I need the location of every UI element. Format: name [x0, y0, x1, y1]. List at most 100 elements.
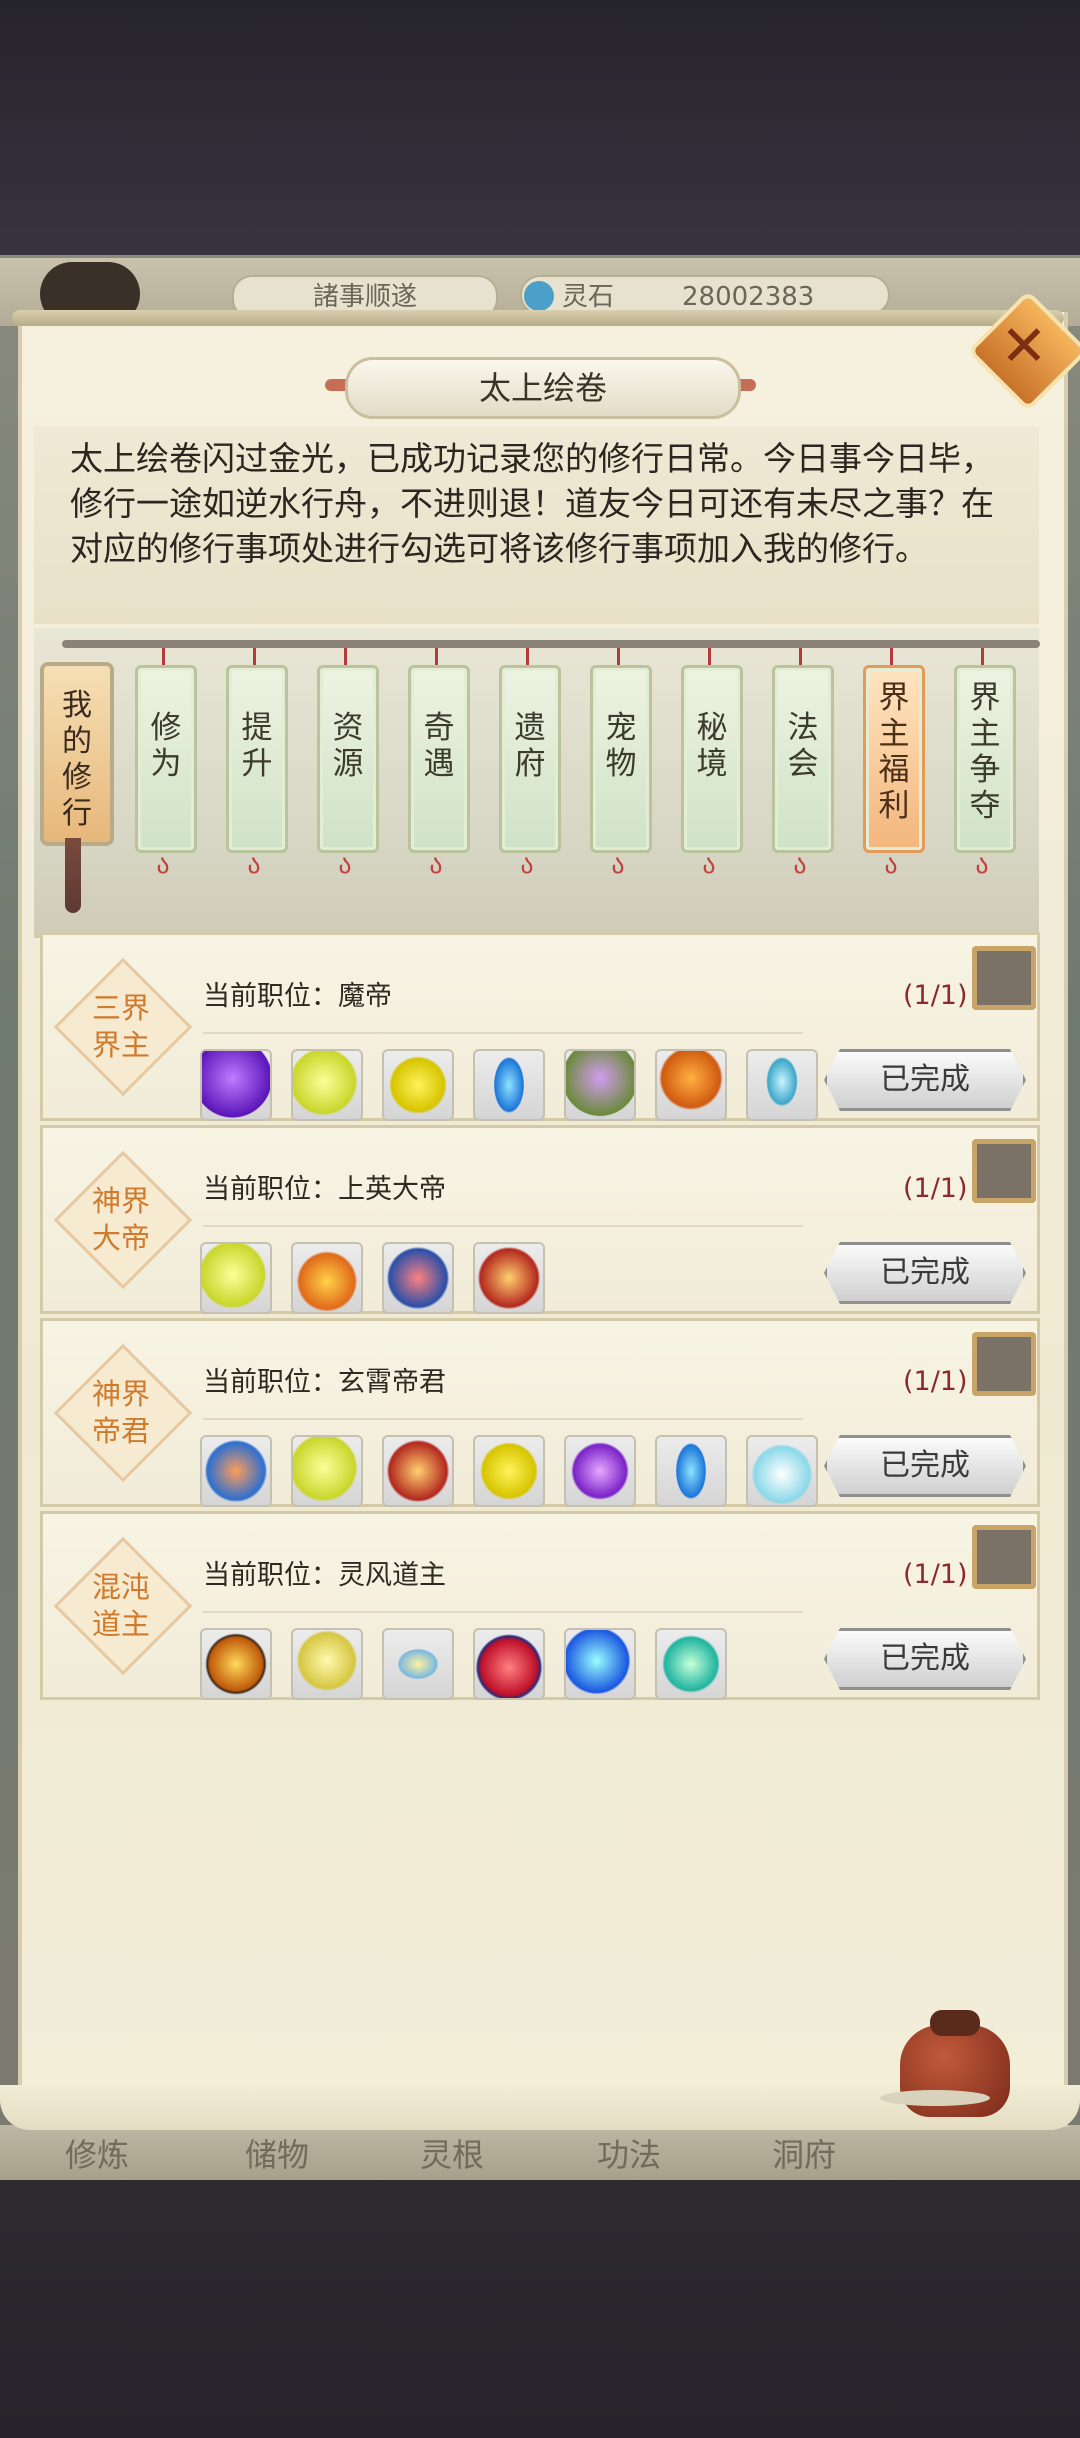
tab-5[interactable]: 遗府 — [499, 665, 561, 853]
completion-count: (1/1) — [903, 1559, 968, 1590]
reward-item-slot[interactable] — [291, 1242, 363, 1314]
reward-item-slot[interactable] — [746, 1435, 818, 1507]
bg-tab-cultivate: 修炼 — [65, 2136, 130, 2174]
reward-item-slot[interactable] — [746, 1049, 818, 1121]
divider — [203, 1611, 803, 1613]
current-position-label: 当前职位：魔帝 — [203, 981, 392, 1012]
tab-8[interactable]: 法会 — [772, 665, 834, 853]
current-position-label: 当前职位：玄霄帝君 — [203, 1367, 446, 1398]
knot-icon: ა — [793, 850, 807, 880]
add-to-my-cultivation-checkbox[interactable] — [972, 1332, 1036, 1396]
knot-icon: ა — [247, 850, 261, 880]
rank-badge-line: 帝君 — [91, 1414, 150, 1448]
tab-7[interactable]: 秘境 — [681, 665, 743, 853]
completed-button[interactable]: 已完成 — [824, 1628, 1026, 1690]
fire-bowl-icon — [202, 1630, 270, 1698]
yellow-gem-icon — [384, 1051, 452, 1119]
rank-badge: 混沌 道主 — [71, 1569, 171, 1643]
tab-label: 遗府 — [514, 710, 546, 782]
add-to-my-cultivation-checkbox[interactable] — [972, 1139, 1036, 1203]
divider — [203, 1225, 803, 1227]
bg-tab-technique: 功法 — [597, 2136, 662, 2174]
yellow-gem-icon — [475, 1437, 543, 1505]
reward-item-slot[interactable] — [200, 1242, 272, 1314]
status-text: 諸事顺遂 — [312, 282, 417, 312]
reward-item-slot[interactable] — [473, 1242, 545, 1314]
tab-9[interactable]: 界主福利 — [863, 665, 925, 853]
fire-pot-icon — [293, 1244, 361, 1312]
tab-4[interactable]: 奇遇 — [408, 665, 470, 853]
tab-my-cultivation[interactable]: 我的修行 — [40, 662, 114, 846]
reward-item-slot[interactable] — [655, 1049, 727, 1121]
completed-button[interactable]: 已完成 — [824, 1242, 1026, 1304]
blue-flame-icon — [748, 1051, 816, 1119]
tab-cord — [617, 648, 620, 666]
top-dark-backdrop — [0, 0, 1080, 258]
yellow-orb-icon — [293, 1437, 361, 1505]
purple-gem-icon — [566, 1437, 634, 1505]
reward-item-slot[interactable] — [200, 1049, 272, 1121]
tab-cord — [344, 648, 347, 666]
tab-label: 提升 — [241, 710, 273, 782]
rank-badge-line: 神界 — [91, 1184, 150, 1218]
rank-badge-line: 界主 — [91, 1028, 150, 1062]
completion-count: (1/1) — [903, 1173, 968, 1204]
reward-item-slot[interactable] — [655, 1435, 727, 1507]
knot-icon: ა — [702, 850, 716, 880]
tab-1[interactable]: 修为 — [135, 665, 197, 853]
reward-item-slot[interactable] — [473, 1049, 545, 1121]
knot-icon: ა — [156, 850, 170, 880]
purple-flower-icon — [566, 1051, 634, 1119]
green-crystal-icon — [657, 1630, 725, 1698]
completed-button[interactable]: 已完成 — [824, 1435, 1026, 1497]
tab-cord — [526, 648, 529, 666]
current-position-label: 当前职位：灵风道主 — [203, 1560, 446, 1591]
tab-10[interactable]: 界主争夺 — [954, 665, 1016, 853]
currency-pill: 灵石 28002383 — [520, 275, 890, 315]
completed-button[interactable]: 已完成 — [824, 1049, 1026, 1111]
rank-badge-line: 神界 — [91, 1377, 150, 1411]
blue-orb-icon — [566, 1630, 634, 1698]
tab-label: 界主争夺 — [969, 680, 1001, 824]
rank-badge-line: 混沌 — [91, 1570, 150, 1604]
tab-label: 宠物 — [605, 710, 637, 782]
rank-badge-line: 道主 — [91, 1607, 150, 1641]
tab-3[interactable]: 资源 — [317, 665, 379, 853]
reward-item-slot[interactable] — [655, 1628, 727, 1700]
reward-item-slot[interactable] — [382, 1242, 454, 1314]
rank-badge-line: 三界 — [91, 991, 150, 1025]
reward-item-slot[interactable] — [473, 1435, 545, 1507]
knot-icon: ა — [884, 850, 898, 880]
reward-item-slot[interactable] — [291, 1435, 363, 1507]
bg-tab-spirit-root: 灵根 — [420, 2136, 485, 2174]
background-bottom-bar — [0, 2125, 1080, 2185]
tab-cord — [890, 648, 893, 666]
reward-item-slot[interactable] — [564, 1435, 636, 1507]
golden-feather-icon — [384, 1630, 452, 1698]
reward-item-slot[interactable] — [291, 1628, 363, 1700]
tab-2[interactable]: 提升 — [226, 665, 288, 853]
tab-6[interactable]: 宠物 — [590, 665, 652, 853]
tab-rail — [62, 640, 1040, 648]
reward-item-slot[interactable] — [382, 1049, 454, 1121]
blue-crystal-icon — [657, 1437, 725, 1505]
reward-item-slot[interactable] — [200, 1628, 272, 1700]
blue-chest-icon — [384, 1244, 452, 1312]
add-to-my-cultivation-checkbox[interactable] — [972, 946, 1036, 1010]
description-text: 太上绘卷闪过金光，已成功记录您的修行日常。今日事今日毕，修行一途如逆水行舟，不进… — [70, 439, 994, 568]
tab-my-cultivation-label: 我的修行 — [62, 688, 92, 831]
reward-item-slot[interactable] — [382, 1435, 454, 1507]
tab-cord — [799, 648, 802, 666]
reward-item-slot[interactable] — [564, 1049, 636, 1121]
reward-item-slot[interactable] — [382, 1628, 454, 1700]
knot-icon: ა — [611, 850, 625, 880]
reward-item-slot[interactable] — [564, 1628, 636, 1700]
reward-item-slot[interactable] — [473, 1628, 545, 1700]
reward-item-slot[interactable] — [200, 1435, 272, 1507]
knot-icon: ა — [520, 850, 534, 880]
reward-item-slot[interactable] — [291, 1049, 363, 1121]
tab-cord — [708, 648, 711, 666]
add-to-my-cultivation-checkbox[interactable] — [972, 1525, 1036, 1589]
close-icon[interactable]: ✕ — [985, 308, 1063, 386]
red-chest-icon — [475, 1244, 543, 1312]
